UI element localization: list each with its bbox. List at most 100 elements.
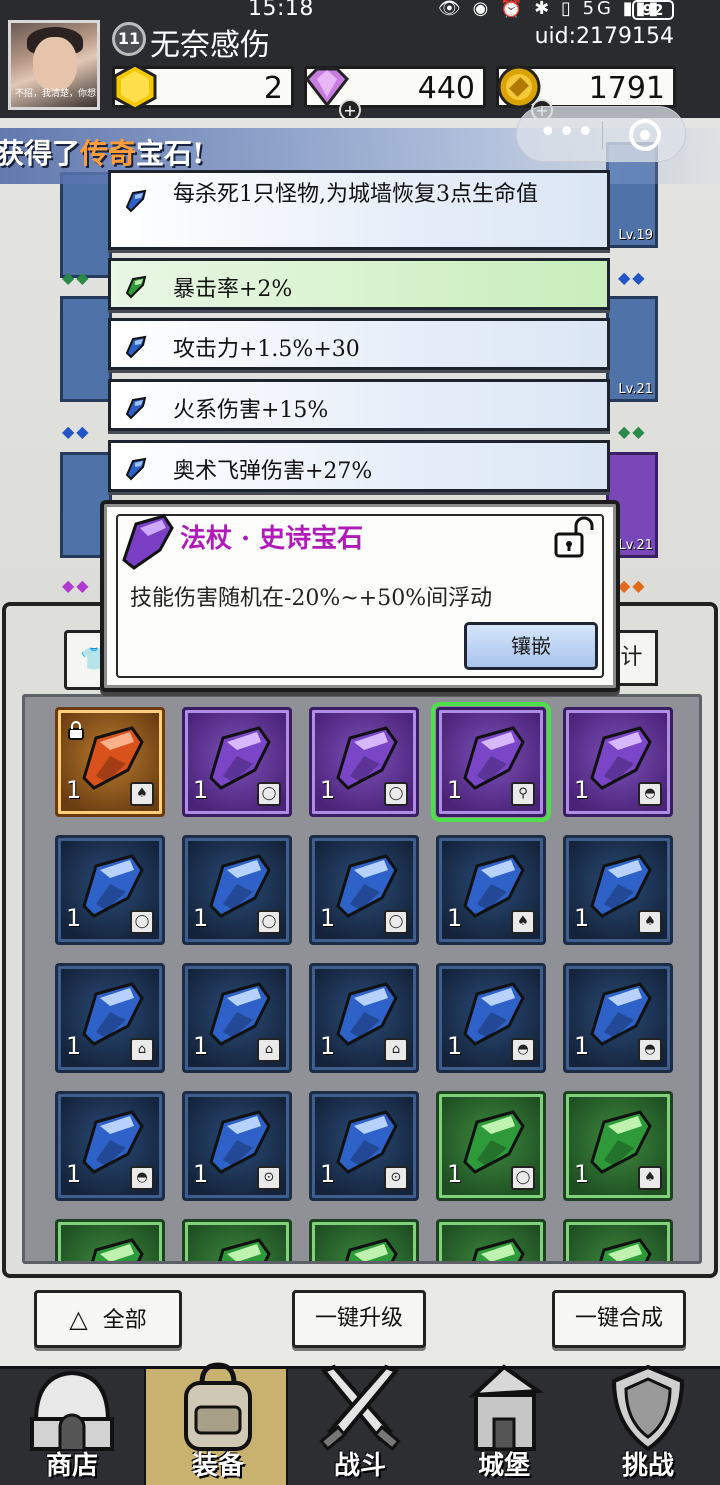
- nav-castle[interactable]: 城堡: [432, 1364, 576, 1485]
- nav-shop[interactable]: 商店: [0, 1369, 144, 1485]
- green-gem-icon: [218, 1238, 271, 1261]
- boots-slot-icon: ⌂: [130, 1038, 154, 1062]
- boots-slot-icon: ⌂: [384, 1038, 408, 1062]
- gem-count: 1: [574, 904, 590, 932]
- gem-slot-blue[interactable]: 1 ♠: [436, 835, 546, 945]
- filter-right-label: 计: [620, 645, 643, 670]
- resource-purple-diamond[interactable]: + 440: [304, 66, 486, 121]
- gem-slot-green[interactable]: [436, 1219, 546, 1261]
- gem-count: 1: [447, 776, 463, 804]
- gem-slot-green[interactable]: [309, 1219, 419, 1261]
- backpack-icon: [184, 1362, 252, 1451]
- affix-item: 火系伤害+15%: [108, 379, 610, 431]
- affix-item: 攻击力+1.5%+30: [108, 318, 610, 370]
- gem-slot-blue[interactable]: 1 ⌂: [309, 963, 419, 1073]
- gem-grid: 1 ♠ 1 ◯ 1 ◯ 1 ⚲ 1 ◓ 1 ◯ 1 ◯ 1 ◯ 1 ♠ 1 ♠ 1 ⌂ 1 ⌂ 1 ⌂ 1 ◓ 1 ◓ 1 ◓ 1 ⊙ 1 ⊙ 1 ◯ 1 ♠: [55, 702, 673, 1261]
- gem-count: 1: [447, 904, 463, 932]
- gem-count: 1: [66, 1032, 82, 1060]
- armor-slot-icon: ♠: [511, 910, 535, 934]
- socket-diamonds-icon: ◆◆: [62, 422, 91, 441]
- upgrade-all-button[interactable]: 一键升级: [292, 1290, 426, 1348]
- gem-slot-green[interactable]: 1 ◯: [436, 1091, 546, 1201]
- equipment-slot-left-1[interactable]: [60, 172, 112, 278]
- player-avatar[interactable]: 不招，我清楚，你想: [8, 20, 100, 110]
- more-menu-icon[interactable]: •••: [539, 115, 595, 150]
- nav-label: 战斗: [333, 1451, 386, 1481]
- gem-slot-orange[interactable]: 1 ♠: [55, 707, 165, 817]
- affix-item: 奥术飞弹伤害+27%: [108, 440, 610, 492]
- gem-slot-blue[interactable]: 1 ⊙: [309, 1091, 419, 1201]
- player-level-badge: 11: [112, 22, 146, 56]
- castle-icon: [468, 1364, 544, 1451]
- equipment-level: Lv.21: [618, 382, 653, 397]
- unlock-icon[interactable]: [552, 516, 596, 560]
- gem-slot-blue[interactable]: 1 ♠: [563, 835, 673, 945]
- shield-icon: [611, 1364, 685, 1452]
- close-program-icon[interactable]: [629, 119, 661, 151]
- affix-text: 攻击力+1.5%+30: [173, 337, 360, 362]
- gem-slot-green[interactable]: 1 ♠: [563, 1091, 673, 1201]
- equipment-slot-left-2[interactable]: [60, 296, 112, 402]
- bottom-nav: 商店 装备 战斗 城堡 挑战: [0, 1362, 720, 1485]
- banner-message: 获得了传奇宝石!: [0, 132, 204, 172]
- ring-slot-icon: ◯: [257, 910, 281, 934]
- nav-challenge[interactable]: 挑战: [576, 1364, 720, 1485]
- resource-value: 1791: [588, 71, 665, 106]
- gem-count: 1: [574, 1032, 590, 1060]
- nav-label: 商店: [45, 1451, 98, 1481]
- gem-count: 1: [193, 904, 209, 932]
- ring-slot-icon: ◯: [257, 782, 281, 806]
- resource-value: 2: [263, 71, 283, 106]
- gem-slot-blue[interactable]: 1 ⊙: [182, 1091, 292, 1201]
- gem-slot-green[interactable]: [182, 1219, 292, 1261]
- gem-slot-blue[interactable]: 1 ◯: [55, 835, 165, 945]
- gem-slot-blue[interactable]: 1 ◓: [563, 963, 673, 1073]
- gem-slot-green[interactable]: [563, 1219, 673, 1261]
- gem-grid-container[interactable]: 1 ♠ 1 ◯ 1 ◯ 1 ⚲ 1 ◓ 1 ◯ 1 ◯ 1 ◯ 1 ♠ 1 ♠ 1 ⌂ 1 ⌂ 1 ⌂ 1 ◓ 1 ◓ 1 ◓ 1 ⊙ 1 ⊙ 1 ◯ 1 ♠: [22, 694, 702, 1264]
- resource-gold-coin[interactable]: + 1791: [496, 65, 676, 121]
- affix-text: 每杀死1只怪物,为城墙恢复3点生命值: [173, 182, 538, 207]
- helmet-slot-icon: ◓: [511, 1038, 535, 1062]
- gem-slot-blue[interactable]: 1 ◓: [55, 1091, 165, 1201]
- player-name: 无奈感伤: [150, 28, 270, 63]
- inlay-button[interactable]: 镶嵌: [464, 622, 598, 670]
- inventory-panel: 👕 计 1 ♠ 1 ◯ 1 ◯ 1 ⚲ 1 ◓ 1 ◯ 1 ◯ 1 ◯ 1 ♠ 1 ♠ 1 ⌂ 1 ⌂ 1 ⌂ 1 ◓ 1 ◓ 1 ◓ 1 ⊙ 1 ⊙…: [2, 602, 718, 1278]
- banner-suffix: 宝石!: [136, 137, 205, 170]
- resource-gold-hexagon[interactable]: 2: [112, 63, 294, 111]
- gem-count: 1: [320, 1032, 336, 1060]
- affix-text: 奥术飞弹伤害+27%: [173, 459, 373, 484]
- gem-slot-blue[interactable]: 1 ◯: [182, 835, 292, 945]
- banner-highlight: 传奇: [80, 137, 137, 170]
- affix-item: 暴击率+2%: [108, 258, 610, 310]
- gem-count: 1: [574, 1160, 590, 1188]
- ring-slot-icon: ◯: [511, 1166, 535, 1190]
- avatar-caption: 不招，我清楚，你想: [15, 89, 97, 99]
- gem-count: 1: [66, 904, 82, 932]
- gem-slot-purple[interactable]: 1 ⚲: [431, 702, 551, 822]
- battery-indicator: 92: [632, 0, 674, 20]
- gem-slot-blue[interactable]: 1 ◯: [309, 835, 419, 945]
- lock-icon: [68, 721, 84, 740]
- gem-slot-blue[interactable]: 1 ⌂: [182, 963, 292, 1073]
- gem-slot-purple[interactable]: 1 ◯: [309, 707, 419, 817]
- gem-count: 1: [193, 1160, 209, 1188]
- blue-gem-icon: [125, 396, 147, 420]
- gem-slot-green[interactable]: [55, 1219, 165, 1261]
- equipment-slot-right-2[interactable]: Lv.21: [606, 296, 658, 402]
- gem-slot-purple[interactable]: 1 ◯: [182, 707, 292, 817]
- gem-slot-blue[interactable]: 1 ◓: [436, 963, 546, 1073]
- mini-program-capsule[interactable]: •••: [516, 106, 686, 162]
- merge-all-button[interactable]: 一键合成: [552, 1290, 686, 1348]
- helmet-slot-icon: ◓: [638, 1038, 662, 1062]
- helmet-slot-icon: ◓: [130, 1166, 154, 1190]
- helmet-slot-icon: ◓: [638, 782, 662, 806]
- filter-all-button[interactable]: △ 全部: [34, 1290, 182, 1348]
- gem-slot-blue[interactable]: 1 ⌂: [55, 963, 165, 1073]
- nav-battle[interactable]: 战斗: [288, 1364, 432, 1485]
- socket-diamonds-icon: ◆◆: [618, 422, 647, 441]
- nav-equipment[interactable]: 装备: [144, 1362, 288, 1485]
- green-gem-icon: [125, 275, 147, 299]
- ring-slot-icon: ◯: [384, 910, 408, 934]
- ring-slot-icon: ◯: [384, 782, 408, 806]
- gem-slot-purple[interactable]: 1 ◓: [563, 707, 673, 817]
